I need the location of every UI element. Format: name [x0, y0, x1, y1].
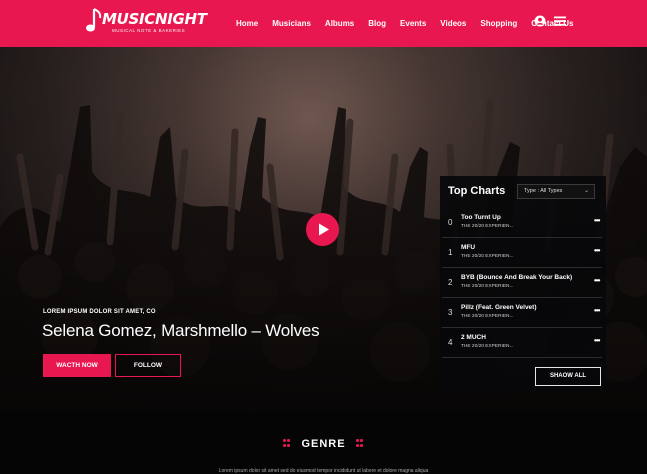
nav-blog[interactable]: Blog	[368, 19, 386, 28]
more-options-icon[interactable]: •••	[594, 246, 600, 255]
genre-description: Lorem ipsum dolor sit amet sed do eiusmo…	[218, 468, 429, 474]
hero-title: Selena Gomez, Marshmello – Wolves	[42, 321, 320, 340]
chart-song-title: Pillz (Feat. Green Velvet)	[461, 304, 537, 311]
chart-artist: THE 20/20 EXPERIEN...	[461, 314, 514, 319]
nav-shopping[interactable]: Shopping	[480, 19, 517, 28]
chart-rank: 1	[448, 248, 453, 257]
chart-song-title: Too Turnt Up	[461, 214, 501, 221]
more-options-icon[interactable]: •••	[594, 216, 600, 225]
chart-rank: 0	[448, 218, 453, 227]
chart-artist: THE 20/20 EXPERIEN...	[461, 254, 514, 259]
chevron-down-icon: ⌄	[583, 188, 589, 194]
chart-item[interactable]: 1 MFU THE 20/20 EXPERIEN... •••	[440, 238, 606, 268]
site-header: MUSICNIGHT MUSICAL NOTE & BAKERIES Home …	[0, 0, 647, 47]
chart-type-select[interactable]: Type : All Types ⌄	[517, 184, 595, 199]
top-charts-title: Top Charts	[448, 185, 506, 197]
chart-artist: THE 20/20 EXPERIEN...	[461, 284, 514, 289]
chart-artist: THE 20/20 EXPERIEN...	[461, 344, 514, 349]
hero-eyebrow: LOREM IPSUM DOLOR SIT AMET, CO	[43, 309, 156, 315]
chart-item[interactable]: 3 Pillz (Feat. Green Velvet) THE 20/20 E…	[440, 298, 606, 328]
follow-button[interactable]: FOLLOW	[115, 354, 181, 377]
row-divider	[442, 357, 602, 358]
more-options-icon[interactable]: •••	[594, 336, 600, 345]
more-options-icon[interactable]: •••	[594, 276, 600, 285]
user-icon[interactable]	[534, 15, 546, 27]
genre-title: GENRE	[301, 438, 346, 450]
top-charts-panel: Top Charts Type : All Types ⌄ 0 Too Turn…	[440, 176, 606, 391]
chart-rank: 3	[448, 308, 453, 317]
chart-song-title: MFU	[461, 244, 476, 251]
logo-title: MUSICNIGHT	[102, 10, 207, 28]
chart-item[interactable]: 2 BYB (Bounce And Break Your Back) THE 2…	[440, 268, 606, 298]
nav-events[interactable]: Events	[400, 19, 426, 28]
more-options-icon[interactable]: •••	[594, 306, 600, 315]
chart-song-title: 2 MUCH	[461, 334, 486, 341]
chart-rank: 4	[448, 338, 453, 347]
hero-section: LOREM IPSUM DOLOR SIT AMET, CO Selena Go…	[0, 47, 647, 412]
logo-subtitle: MUSICAL NOTE & BAKERIES	[112, 28, 186, 33]
nav-musicians[interactable]: Musicians	[272, 19, 311, 28]
nav-albums[interactable]: Albums	[325, 19, 354, 28]
chart-rank: 2	[448, 278, 453, 287]
watch-now-button[interactable]: WACTH NOW	[43, 354, 111, 377]
chart-song-title: BYB (Bounce And Break Your Back)	[461, 274, 573, 281]
chart-item[interactable]: 0 Too Turnt Up THE 20/20 EXPERIEN... •••	[440, 208, 606, 238]
play-icon	[319, 223, 329, 236]
chart-type-select-value: Type : All Types	[524, 188, 563, 194]
show-all-button[interactable]: SHAOW ALL	[535, 367, 601, 386]
site-logo[interactable]: MUSICNIGHT MUSICAL NOTE & BAKERIES	[82, 7, 207, 37]
chart-artist: THE 20/20 EXPERIEN...	[461, 224, 514, 229]
decorative-dots-icon	[356, 439, 364, 449]
menu-icon[interactable]	[554, 15, 566, 27]
play-video-button[interactable]	[306, 213, 339, 246]
nav-home[interactable]: Home	[236, 19, 258, 28]
nav-videos[interactable]: Videos	[440, 19, 466, 28]
chart-item[interactable]: 4 2 MUCH THE 20/20 EXPERIEN... •••	[440, 328, 606, 358]
genre-section: GENRE Lorem ipsum dolor sit amet sed do …	[0, 412, 647, 474]
